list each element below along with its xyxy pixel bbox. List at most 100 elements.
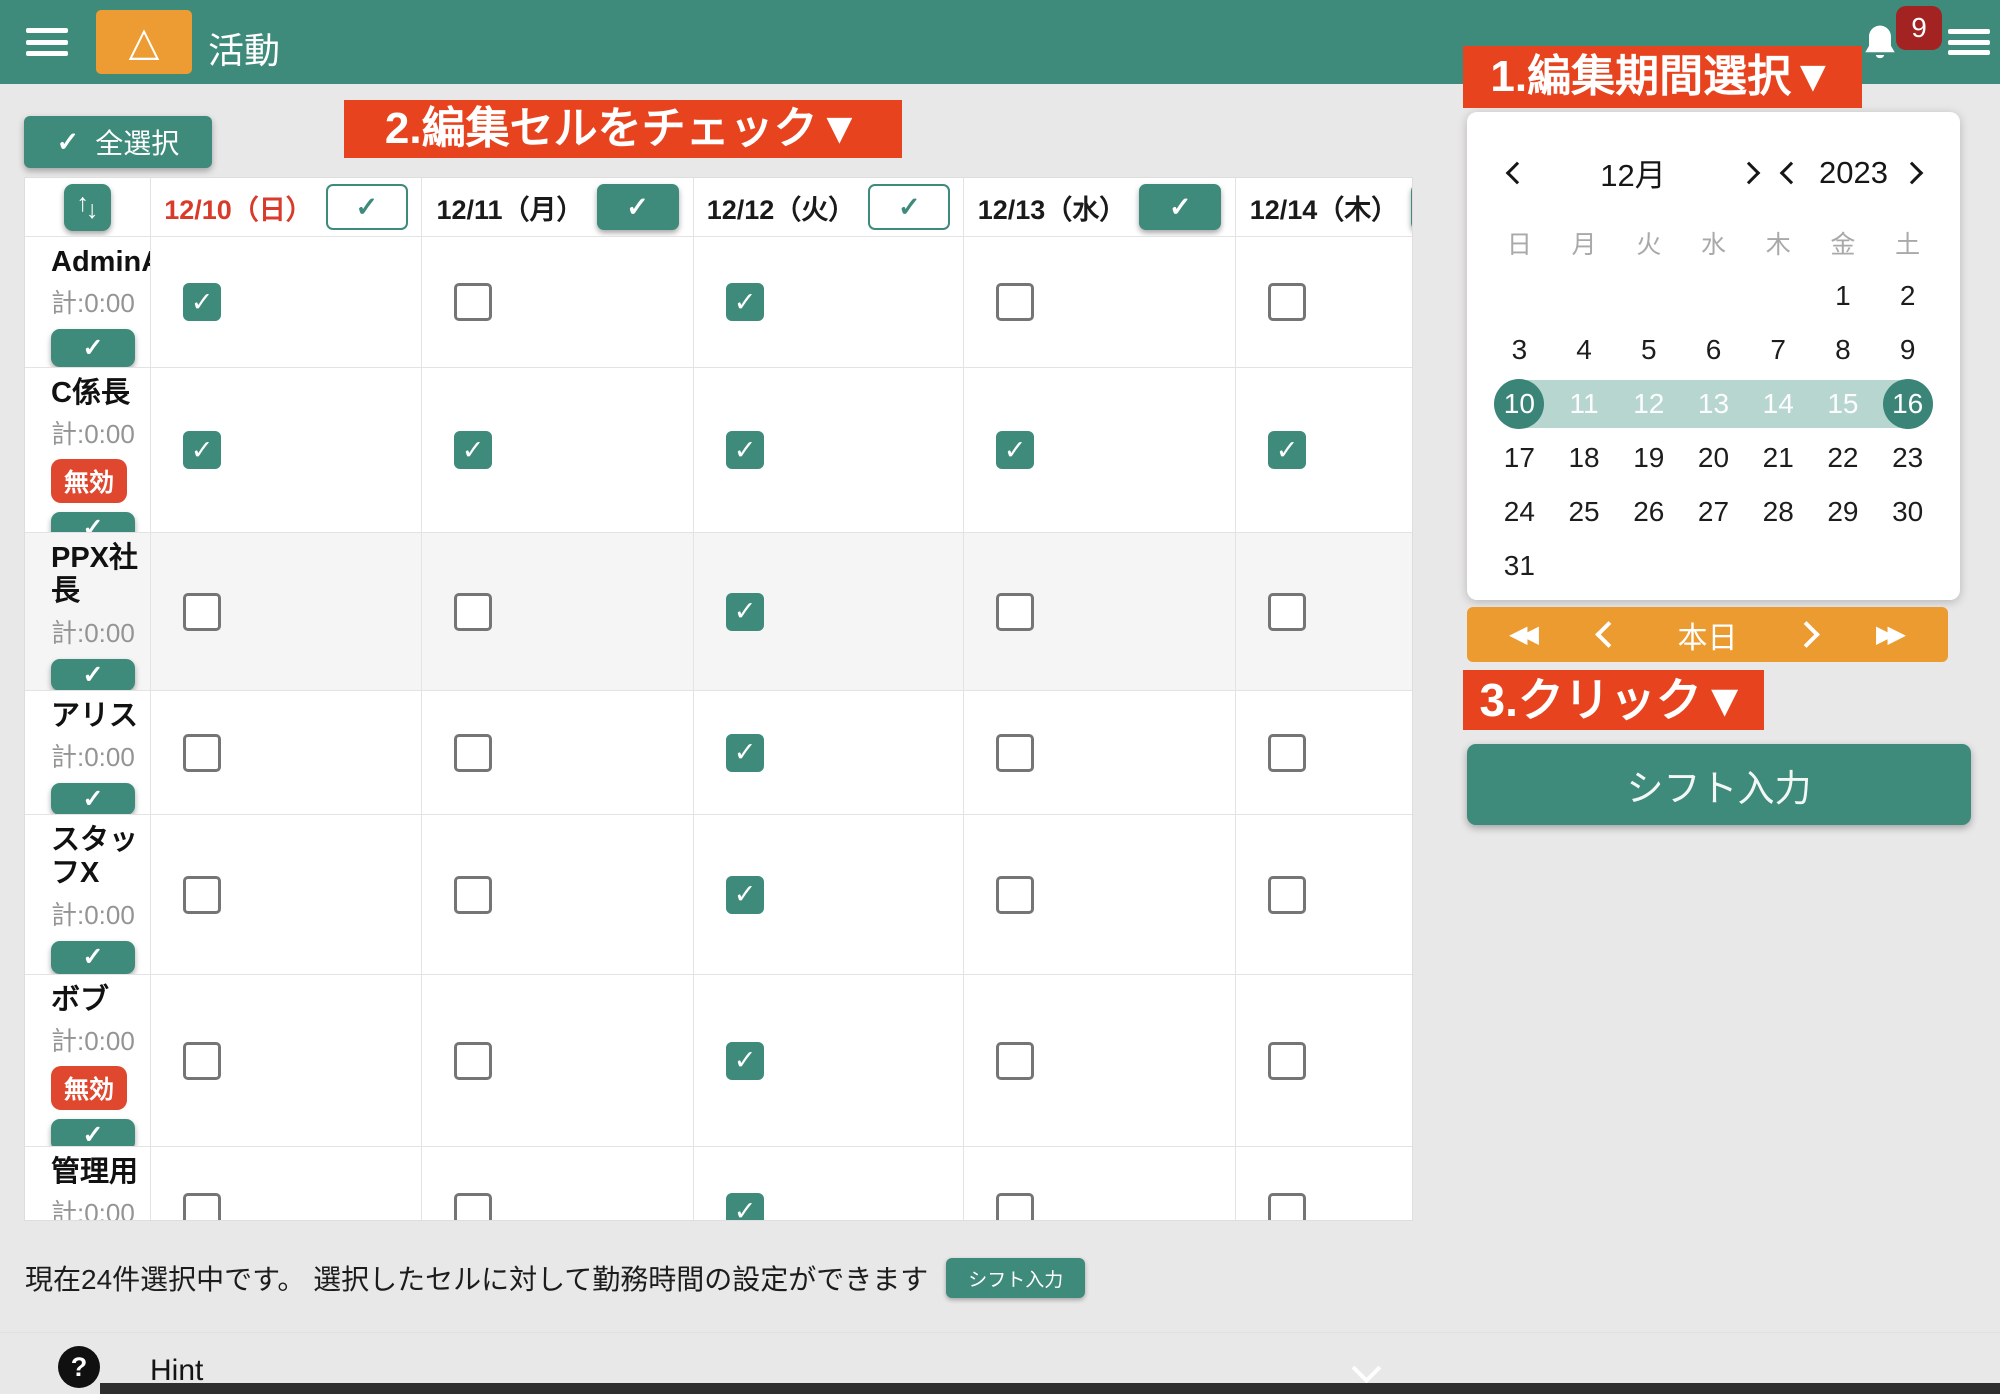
calendar-day[interactable]: 19 <box>1616 431 1681 485</box>
column-check-button[interactable]: ✓ <box>597 184 679 230</box>
calendar-day[interactable]: 13 <box>1681 377 1746 431</box>
column-check-button[interactable]: ✓ <box>868 184 950 230</box>
select-all-button[interactable]: ✓ 全選択 <box>24 116 212 168</box>
calendar-day[interactable]: 29 <box>1811 485 1876 539</box>
calendar-day[interactable]: 30 <box>1875 485 1940 539</box>
cell-checkbox[interactable]: ✓ <box>726 283 764 321</box>
shift-cell[interactable] <box>422 1147 694 1221</box>
cell-checkbox[interactable] <box>454 734 492 772</box>
calendar-day[interactable]: 5 <box>1616 323 1681 377</box>
calendar-day[interactable]: 31 <box>1487 539 1552 593</box>
shift-cell[interactable]: ✓ <box>694 975 964 1147</box>
cell-checkbox[interactable] <box>1268 734 1306 772</box>
cell-checkbox[interactable] <box>996 593 1034 631</box>
column-check-button[interactable]: ✓ <box>1411 184 1413 230</box>
cell-checkbox[interactable] <box>183 734 221 772</box>
shift-cell[interactable]: ✓ <box>964 368 1236 533</box>
shift-cell[interactable] <box>964 533 1236 691</box>
cell-checkbox[interactable] <box>1268 876 1306 914</box>
calendar-day[interactable]: 14 <box>1746 377 1811 431</box>
sort-button[interactable]: ↑↓ <box>64 184 111 231</box>
cell-checkbox[interactable]: ✓ <box>183 283 221 321</box>
cell-checkbox[interactable] <box>1268 1193 1306 1222</box>
shift-cell[interactable] <box>1236 691 1413 815</box>
shift-cell[interactable]: ✓ <box>694 237 964 368</box>
cell-checkbox[interactable] <box>454 1193 492 1222</box>
calendar-day[interactable]: 9 <box>1875 323 1940 377</box>
cell-checkbox[interactable] <box>183 1193 221 1222</box>
calendar-day[interactable]: 25 <box>1552 485 1617 539</box>
shift-cell[interactable] <box>151 691 422 815</box>
cell-checkbox[interactable]: ✓ <box>726 1042 764 1080</box>
calendar-day[interactable]: 26 <box>1616 485 1681 539</box>
column-check-button[interactable]: ✓ <box>1139 184 1221 230</box>
cell-checkbox[interactable] <box>454 593 492 631</box>
chevron-down-icon[interactable] <box>1352 1354 1382 1384</box>
shift-cell[interactable] <box>151 975 422 1147</box>
shift-cell[interactable] <box>422 237 694 368</box>
hint-accordion[interactable]: ? Hint <box>0 1338 2000 1386</box>
shift-cell[interactable] <box>964 975 1236 1147</box>
calendar-day[interactable]: 15 <box>1811 377 1876 431</box>
calendar-day[interactable]: 10 <box>1487 377 1552 431</box>
shift-cell[interactable]: ✓ <box>694 533 964 691</box>
calendar-day[interactable]: 28 <box>1746 485 1811 539</box>
cell-checkbox[interactable] <box>996 876 1034 914</box>
cell-checkbox[interactable] <box>183 1042 221 1080</box>
cell-checkbox[interactable]: ✓ <box>726 734 764 772</box>
cell-checkbox[interactable] <box>454 876 492 914</box>
status-shift-input-button[interactable]: シフト入力 <box>946 1258 1085 1298</box>
cell-checkbox[interactable] <box>996 1193 1034 1222</box>
cell-checkbox[interactable] <box>1268 283 1306 321</box>
cell-checkbox[interactable] <box>183 876 221 914</box>
shift-cell[interactable]: ✓ <box>1236 368 1413 533</box>
shift-cell[interactable] <box>151 815 422 975</box>
calendar-day[interactable]: 20 <box>1681 431 1746 485</box>
cell-checkbox[interactable]: ✓ <box>1268 431 1306 469</box>
cell-checkbox[interactable] <box>996 734 1034 772</box>
shift-cell[interactable]: ✓ <box>694 815 964 975</box>
calendar-day[interactable]: 8 <box>1811 323 1876 377</box>
calendar-day[interactable]: 6 <box>1681 323 1746 377</box>
calendar-day[interactable]: 21 <box>1746 431 1811 485</box>
calendar-day[interactable]: 22 <box>1811 431 1876 485</box>
prev-year-icon[interactable] <box>1780 161 1803 184</box>
cell-checkbox[interactable]: ✓ <box>726 876 764 914</box>
shift-cell[interactable] <box>1236 975 1413 1147</box>
calendar-day[interactable]: 7 <box>1746 323 1811 377</box>
calendar-day[interactable]: 27 <box>1681 485 1746 539</box>
shift-cell[interactable] <box>1236 237 1413 368</box>
row-check-button[interactable]: ✓ <box>51 659 135 691</box>
shift-cell[interactable] <box>151 1147 422 1221</box>
calendar-day[interactable]: 17 <box>1487 431 1552 485</box>
shift-cell[interactable]: ✓ <box>151 368 422 533</box>
cell-checkbox[interactable]: ✓ <box>454 431 492 469</box>
shift-cell[interactable] <box>1236 815 1413 975</box>
shift-cell[interactable]: ✓ <box>151 237 422 368</box>
row-check-button[interactable]: ✓ <box>51 512 135 533</box>
calendar-day[interactable]: 24 <box>1487 485 1552 539</box>
calendar-day[interactable]: 12 <box>1616 377 1681 431</box>
calendar-day[interactable]: 23 <box>1875 431 1940 485</box>
calendar-day[interactable]: 16 <box>1875 377 1940 431</box>
cell-checkbox[interactable]: ✓ <box>183 431 221 469</box>
cell-checkbox[interactable]: ✓ <box>726 431 764 469</box>
row-check-button[interactable]: ✓ <box>51 783 135 815</box>
shift-input-button[interactable]: シフト入力 <box>1467 744 1971 825</box>
cell-checkbox[interactable] <box>454 283 492 321</box>
calendar-day[interactable]: 18 <box>1552 431 1617 485</box>
shift-cell[interactable] <box>964 1147 1236 1221</box>
column-check-button[interactable]: ✓ <box>326 184 408 230</box>
shift-cell[interactable]: ✓ <box>694 368 964 533</box>
cell-checkbox[interactable]: ✓ <box>996 431 1034 469</box>
shift-cell[interactable] <box>964 815 1236 975</box>
shift-cell[interactable]: ✓ <box>694 691 964 815</box>
shift-cell[interactable] <box>422 691 694 815</box>
calendar-day[interactable]: 11 <box>1552 377 1617 431</box>
fast-forward-icon[interactable]: ▶▶ <box>1876 620 1906 649</box>
next-week-icon[interactable] <box>1793 621 1820 648</box>
shift-cell[interactable] <box>151 533 422 691</box>
cell-checkbox[interactable] <box>183 593 221 631</box>
cell-checkbox[interactable] <box>1268 593 1306 631</box>
cell-checkbox[interactable] <box>996 283 1034 321</box>
